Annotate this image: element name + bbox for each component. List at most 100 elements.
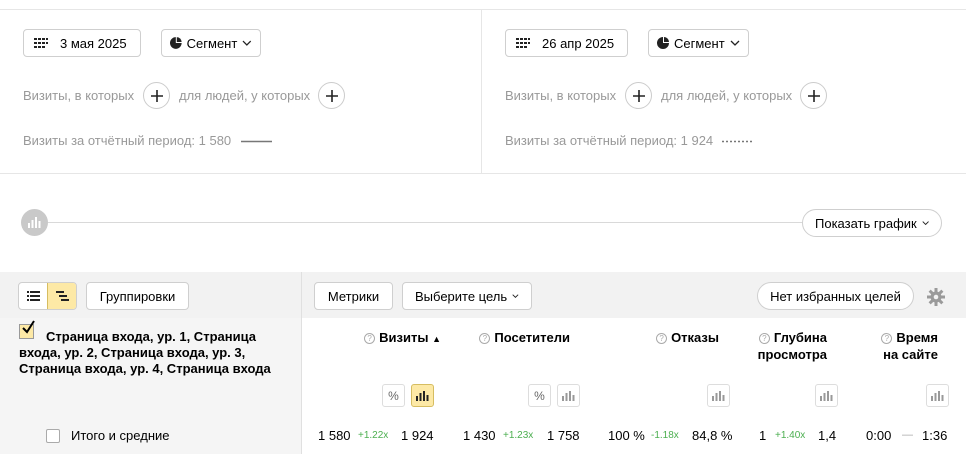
show-chart-label: Показать график <box>815 215 917 231</box>
segment-label-left: Сегмент <box>186 35 238 51</box>
visits-value-current: 1 580 <box>318 428 351 443</box>
people-filter-label-left: для людей, у которых <box>179 88 311 103</box>
time-chart-toggle[interactable] <box>926 384 949 407</box>
segment-pie-icon <box>170 37 182 49</box>
bar-chart-icon <box>931 390 944 401</box>
visits-filter-label-right: Визиты, в которых <box>505 88 617 103</box>
time-header-line1: Время <box>896 330 938 345</box>
metrics-label: Метрики <box>327 288 380 304</box>
tree-view-button[interactable] <box>47 283 76 309</box>
plus-icon <box>807 89 820 102</box>
date-label-left: 3 мая 2025 <box>60 35 127 51</box>
add-people-filter-button-left[interactable] <box>318 82 345 109</box>
groupings-button[interactable]: Группировки <box>86 282 189 310</box>
visits-chart-toggle[interactable] <box>411 384 434 407</box>
chevron-down-icon <box>242 40 252 46</box>
add-visit-filter-button-right[interactable] <box>625 82 652 109</box>
column-header-visits[interactable]: ? Визиты ▲ <box>359 329 441 348</box>
help-icon[interactable]: ? <box>656 333 668 344</box>
bar-chart-icon <box>820 390 833 401</box>
visits-filter-label-left: Визиты, в которых <box>23 88 135 103</box>
favorite-goals-button[interactable]: Нет избранных целей <box>757 282 914 310</box>
bar-chart-icon <box>416 390 429 401</box>
depth-delta: +1.40x <box>775 430 806 441</box>
add-people-filter-button-right[interactable] <box>800 82 827 109</box>
time-value-current: 0:00 <box>866 428 892 443</box>
visitors-chart-toggle[interactable] <box>557 384 580 407</box>
chart-divider-line <box>48 222 804 223</box>
metrics-button[interactable]: Метрики <box>314 282 393 310</box>
depth-header-line1: Глубина <box>773 330 827 345</box>
visits-delta: +1.22x <box>358 430 389 441</box>
view-mode-switch <box>18 282 77 310</box>
add-visit-filter-button-left[interactable] <box>143 82 170 109</box>
calendar-grid-icon <box>516 38 530 48</box>
depth-header-line2: просмотра <box>757 347 827 362</box>
help-icon[interactable]: ? <box>881 333 893 344</box>
bounces-delta: -1.18x <box>651 430 679 441</box>
totals-checkbox[interactable] <box>46 429 60 443</box>
time-header-line2: на сайте <box>883 347 938 362</box>
visitors-header-label: Посетители <box>494 330 570 345</box>
bounces-value-current: 100 % <box>608 428 645 443</box>
column-header-time[interactable]: ? Время на сайте <box>862 329 938 363</box>
chevron-down-icon <box>512 294 519 298</box>
goal-select-label: Выберите цель <box>415 288 508 304</box>
column-header-bounces[interactable]: ? Отказы <box>645 329 719 346</box>
help-icon[interactable]: ? <box>364 333 376 344</box>
table-column-divider <box>301 272 302 454</box>
plus-icon <box>632 89 645 102</box>
chevron-down-icon <box>922 221 929 226</box>
list-icon <box>26 291 40 301</box>
visits-value-compare: 1 924 <box>401 428 434 443</box>
visitors-percent-toggle[interactable]: % <box>528 384 551 407</box>
segment-dropdown-left[interactable]: Сегмент <box>161 29 261 57</box>
date-label-right: 26 апр 2025 <box>542 35 615 51</box>
goal-select-dropdown[interactable]: Выберите цель <box>402 282 532 310</box>
visitors-value-compare: 1 758 <box>547 428 580 443</box>
dotted-line-legend-icon <box>722 140 754 143</box>
bar-chart-icon <box>28 217 41 228</box>
help-icon[interactable]: ? <box>479 333 491 344</box>
solid-line-legend-icon <box>241 140 272 143</box>
period-visits-right: Визиты за отчётный период: 1 924 <box>505 133 714 148</box>
favorite-goals-label: Нет избранных целей <box>770 288 901 304</box>
depth-chart-toggle[interactable] <box>815 384 838 407</box>
bar-chart-icon <box>562 390 575 401</box>
period-visits-left: Визиты за отчётный период: 1 580 <box>23 133 232 148</box>
visitors-value-current: 1 430 <box>463 428 496 443</box>
tree-list-icon <box>55 291 69 301</box>
time-value-compare: 1:36 <box>922 428 948 443</box>
date-picker-right[interactable]: 26 апр 2025 <box>505 29 628 57</box>
segment-dropdown-right[interactable]: Сегмент <box>648 29 749 57</box>
list-view-button[interactable] <box>19 283 47 309</box>
totals-label: Итого и средние <box>71 428 170 443</box>
bounces-value-compare: 84,8 % <box>692 428 733 443</box>
column-header-visitors[interactable]: ? Посетители <box>470 329 570 346</box>
groupings-label: Группировки <box>99 288 176 304</box>
help-icon[interactable]: ? <box>758 333 770 344</box>
depth-value-current: 1 <box>759 428 767 443</box>
chart-handle-icon[interactable] <box>21 209 48 236</box>
calendar-grid-icon <box>34 38 48 48</box>
plus-icon <box>150 89 163 102</box>
percent-icon: % <box>534 388 545 403</box>
bounces-header-label: Отказы <box>671 330 719 345</box>
dimension-header[interactable]: Страница входа, ур. 1, Страница входа, у… <box>19 329 281 377</box>
plus-icon <box>325 89 338 102</box>
show-chart-button[interactable]: Показать график <box>802 209 942 237</box>
column-header-depth[interactable]: ? Глубина просмотра <box>745 329 827 363</box>
segment-label-right: Сегмент <box>674 35 725 51</box>
people-filter-label-right: для людей, у которых <box>661 88 793 103</box>
gear-icon[interactable] <box>927 288 945 306</box>
visits-percent-toggle[interactable]: % <box>382 384 405 407</box>
date-picker-left[interactable]: 3 мая 2025 <box>23 29 141 57</box>
visits-header-label: Визиты <box>379 330 429 345</box>
percent-icon: % <box>388 388 399 403</box>
time-delta: — <box>902 429 913 441</box>
depth-value-compare: 1,4 <box>818 428 837 443</box>
bar-chart-icon <box>712 390 725 401</box>
bounces-chart-toggle[interactable] <box>707 384 730 407</box>
segment-pie-icon <box>657 37 669 49</box>
chevron-down-icon <box>730 40 740 46</box>
